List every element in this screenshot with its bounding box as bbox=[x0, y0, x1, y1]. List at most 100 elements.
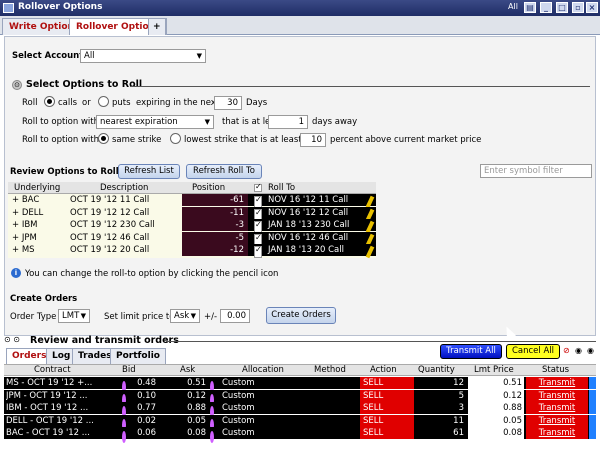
allocation-cell[interactable]: Custom bbox=[222, 390, 255, 402]
row-select-checkbox[interactable] bbox=[589, 402, 596, 414]
method-header[interactable]: Method bbox=[314, 365, 346, 376]
lmt-price-cell[interactable]: 0.05 bbox=[468, 414, 524, 427]
lmt-price-cell[interactable]: 0.12 bbox=[468, 389, 524, 402]
percent-input[interactable]: 10 bbox=[300, 133, 326, 147]
quantity-cell[interactable]: 3 bbox=[414, 402, 466, 414]
position-cell: -11 bbox=[182, 206, 248, 219]
action-cell[interactable]: SELL bbox=[360, 389, 414, 402]
review-row[interactable]: + JPM OCT 19 '12 46 Call -5 NOV 16 '12 46 C… bbox=[8, 231, 376, 246]
roll-to-header[interactable]: Roll To bbox=[268, 182, 295, 194]
lmt-price-header[interactable]: Lmt Price bbox=[474, 365, 514, 376]
transmit-all-button[interactable]: Transmit All bbox=[440, 344, 502, 359]
order-type-select[interactable]: LMT bbox=[58, 309, 90, 323]
add-tab-button[interactable]: + bbox=[148, 18, 166, 35]
order-row[interactable]: DELL - OCT 19 '12 ... 0.02 0.05 Custom SELL 1… bbox=[4, 414, 596, 431]
review-row[interactable]: + IBM OCT 19 '12 230 Call -3 JAN 18 '13 230… bbox=[8, 219, 376, 234]
review-row[interactable]: + MS OCT 19 '12 20 Call -12 JAN 18 '13 20 C… bbox=[8, 244, 376, 259]
roll-to-cell: NOV 16 '12 46 Call bbox=[268, 232, 349, 243]
lmt-price-cell[interactable]: 0.08 bbox=[468, 427, 524, 439]
allocation-cell[interactable]: Custom bbox=[222, 427, 255, 439]
tab-portfolio[interactable]: Portfolio bbox=[110, 348, 166, 364]
underlying-cell[interactable]: + IBM bbox=[12, 219, 38, 231]
row-select-checkbox[interactable] bbox=[589, 377, 596, 389]
allocation-cell[interactable]: Custom bbox=[222, 415, 255, 427]
allocation-header[interactable]: Allocation bbox=[242, 365, 284, 376]
bid-header[interactable]: Bid bbox=[122, 365, 136, 376]
orders-table-header: Contract Bid Ask Allocation Method Actio… bbox=[4, 364, 596, 376]
action-header[interactable]: Action bbox=[370, 365, 397, 376]
roll-label: Roll bbox=[22, 98, 38, 108]
order-row[interactable]: BAC - OCT 19 '12 ... 0.06 0.08 Custom SELL 61… bbox=[4, 427, 596, 443]
order-type-label: Order Type bbox=[10, 312, 57, 322]
create-orders-button[interactable]: Create Orders bbox=[266, 307, 336, 324]
underlying-cell[interactable]: + JPM bbox=[12, 232, 37, 244]
pin-icon[interactable]: ⊘ bbox=[563, 346, 570, 355]
action-cell[interactable]: SELL bbox=[360, 427, 414, 439]
quantity-cell[interactable]: 11 bbox=[414, 414, 466, 427]
quantity-cell[interactable]: 12 bbox=[414, 377, 466, 389]
expand-icon[interactable]: ⊙ ⊙ bbox=[4, 335, 20, 344]
underlying-header[interactable]: Underlying bbox=[14, 182, 60, 194]
ask-cell: 0.08 bbox=[187, 428, 206, 438]
transmit-link[interactable]: Transmit bbox=[526, 377, 588, 389]
quantity-header[interactable]: Quantity bbox=[418, 365, 455, 376]
puts-radio[interactable] bbox=[98, 96, 109, 107]
plus-minus-label: +/- bbox=[204, 312, 218, 322]
minimize-icon[interactable]: _ bbox=[540, 2, 552, 13]
allocation-cell[interactable]: Custom bbox=[222, 402, 255, 414]
lmt-price-cell[interactable]: 0.88 bbox=[468, 402, 524, 414]
contract-header[interactable]: Contract bbox=[34, 365, 71, 376]
position-header[interactable]: Position bbox=[192, 182, 225, 194]
calls-radio[interactable] bbox=[44, 96, 55, 107]
select-account-label: Select Account bbox=[12, 51, 84, 61]
same-strike-radio[interactable] bbox=[98, 133, 109, 144]
underlying-cell[interactable]: + BAC bbox=[12, 194, 39, 206]
transmit-link[interactable]: Transmit bbox=[526, 427, 588, 439]
underlying-cell[interactable]: + DELL bbox=[12, 207, 43, 219]
cancel-all-button[interactable]: Cancel All bbox=[506, 344, 560, 359]
row-select-checkbox[interactable] bbox=[589, 427, 596, 439]
description-header[interactable]: Description bbox=[100, 182, 148, 194]
description-cell: OCT 19 '12 230 Call bbox=[70, 220, 155, 230]
lmt-price-cell[interactable]: 0.51 bbox=[468, 377, 524, 389]
settings-icon[interactable]: ◉ bbox=[575, 346, 582, 355]
order-row[interactable]: MS - OCT 19 '12 +... 0.48 0.51 Custom SELL 12… bbox=[4, 377, 596, 393]
price-offset-input[interactable]: 0.00 bbox=[220, 309, 250, 323]
review-row[interactable]: + BAC OCT 19 '12 11 Call -61 NOV 16 '12 11 … bbox=[8, 194, 376, 209]
order-row[interactable]: JPM - OCT 19 '12 ... 0.10 0.12 Custom SELL 5 0… bbox=[4, 389, 596, 406]
description-cell: OCT 19 '12 46 Call bbox=[70, 232, 150, 243]
quantity-cell[interactable]: 5 bbox=[414, 389, 466, 402]
restore-icon[interactable]: □ bbox=[556, 2, 568, 13]
refresh-list-button[interactable]: Refresh List bbox=[118, 164, 180, 179]
close-icon[interactable]: × bbox=[586, 2, 598, 13]
roll-checkbox[interactable] bbox=[254, 244, 262, 258]
transmit-link[interactable]: Transmit bbox=[526, 402, 588, 414]
action-cell[interactable]: SELL bbox=[360, 402, 414, 414]
transmit-link[interactable]: Transmit bbox=[526, 389, 588, 402]
collapse-icon[interactable]: ⊙ bbox=[12, 80, 22, 90]
expiration-select[interactable]: nearest expiration bbox=[96, 115, 214, 129]
row-select-checkbox[interactable] bbox=[589, 414, 596, 427]
expiry-days-input[interactable]: 30 bbox=[214, 96, 242, 110]
action-cell[interactable]: SELL bbox=[360, 414, 414, 427]
refresh-roll-to-button[interactable]: Refresh Roll To bbox=[186, 164, 262, 179]
limit-price-select[interactable]: Ask bbox=[170, 309, 200, 323]
maximize-icon[interactable]: ▫ bbox=[572, 2, 584, 13]
account-select[interactable]: All bbox=[80, 49, 206, 63]
row-select-checkbox[interactable] bbox=[589, 389, 596, 402]
status-header[interactable]: Status bbox=[542, 365, 569, 376]
symbol-filter-input[interactable]: Enter symbol filter bbox=[480, 164, 592, 178]
quantity-cell[interactable]: 61 bbox=[414, 427, 466, 439]
roll-to-select-all-checkbox[interactable] bbox=[254, 182, 262, 192]
allocation-cell[interactable]: Custom bbox=[222, 377, 255, 389]
underlying-cell[interactable]: + MS bbox=[12, 244, 35, 256]
window-menu-icon[interactable]: ▤ bbox=[524, 2, 536, 13]
help-icon[interactable]: ◉ bbox=[587, 346, 594, 355]
order-row[interactable]: IBM - OCT 19 '12 ... 0.77 0.88 Custom SELL 3 0… bbox=[4, 402, 596, 418]
ask-header[interactable]: Ask bbox=[180, 365, 195, 376]
transmit-link[interactable]: Transmit bbox=[526, 414, 588, 427]
days-away-input[interactable]: 1 bbox=[268, 115, 308, 129]
action-cell[interactable]: SELL bbox=[360, 377, 414, 389]
review-row[interactable]: + DELL OCT 19 '12 12 Call -11 NOV 16 '12 12… bbox=[8, 206, 376, 221]
lowest-strike-radio[interactable] bbox=[170, 133, 181, 144]
